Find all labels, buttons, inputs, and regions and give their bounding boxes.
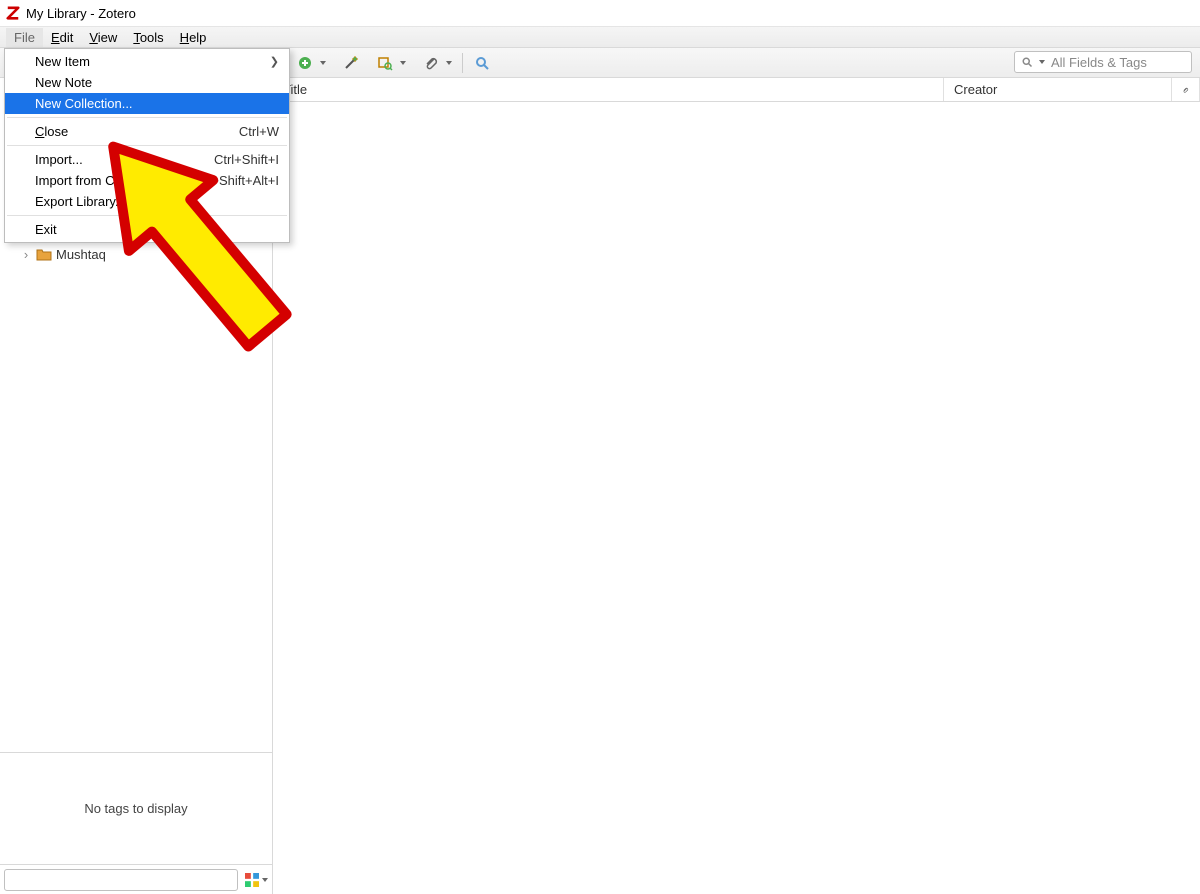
submenu-arrow-icon: ❯ xyxy=(270,55,279,68)
tag-color-menu-icon[interactable] xyxy=(244,873,260,887)
menu-export-library[interactable]: Export Library... xyxy=(5,191,289,212)
search-mode-dropdown[interactable] xyxy=(1039,60,1045,64)
column-creator[interactable]: Creator xyxy=(944,78,1172,101)
folder-icon xyxy=(36,247,52,261)
magic-wand-button[interactable] xyxy=(342,54,360,72)
tree-twisty-icon[interactable]: › xyxy=(20,247,32,262)
tag-menu-dropdown[interactable] xyxy=(262,878,268,882)
menu-tools[interactable]: Tools xyxy=(125,28,171,47)
advanced-search-button[interactable] xyxy=(473,54,491,72)
zotero-app-icon xyxy=(6,6,20,20)
menu-edit[interactable]: Edit xyxy=(43,28,81,47)
menu-close[interactable]: Close Ctrl+W xyxy=(5,121,289,142)
tags-empty-label: No tags to display xyxy=(84,801,187,816)
toolbar-separator xyxy=(462,53,463,73)
lookup-button[interactable] xyxy=(376,54,394,72)
attachment-button[interactable] xyxy=(422,54,440,72)
file-menu-dropdown: New Item ❯ New Note New Collection... Cl… xyxy=(4,48,290,243)
search-box[interactable] xyxy=(1014,51,1192,73)
items-list-empty xyxy=(273,102,1200,894)
window-titlebar: My Library - Zotero xyxy=(0,0,1200,26)
menu-view[interactable]: View xyxy=(81,28,125,47)
menu-separator xyxy=(7,117,287,118)
window-title: My Library - Zotero xyxy=(26,6,136,21)
menu-import[interactable]: Import... Ctrl+Shift+I xyxy=(5,149,289,170)
menu-separator xyxy=(7,215,287,216)
attachment-dropdown[interactable] xyxy=(446,61,452,65)
lookup-dropdown[interactable] xyxy=(400,61,406,65)
menu-help[interactable]: Help xyxy=(172,28,215,47)
collection-label: Mushtaq xyxy=(56,247,106,262)
collection-row[interactable]: › Mushtaq xyxy=(0,244,272,264)
column-title[interactable]: Title xyxy=(273,78,944,101)
search-input[interactable] xyxy=(1051,55,1200,70)
menu-new-collection[interactable]: New Collection... xyxy=(5,93,289,114)
tag-selector: No tags to display xyxy=(0,752,272,864)
new-item-button[interactable] xyxy=(296,54,314,72)
menu-new-item[interactable]: New Item ❯ xyxy=(5,51,289,72)
attachment-icon xyxy=(1182,84,1189,96)
tag-filter-bar xyxy=(0,864,272,894)
column-headers: Title Creator xyxy=(273,78,1200,102)
menu-separator xyxy=(7,145,287,146)
menu-new-note[interactable]: New Note xyxy=(5,72,289,93)
tag-filter-input[interactable] xyxy=(4,869,238,891)
menu-file[interactable]: File xyxy=(6,28,43,47)
menubar: File Edit View Tools Help xyxy=(0,26,1200,48)
new-item-dropdown[interactable] xyxy=(320,61,326,65)
menu-exit[interactable]: Exit xyxy=(5,219,289,240)
search-icon xyxy=(1021,56,1033,68)
column-attachment[interactable] xyxy=(1172,78,1200,101)
items-pane: Title Creator xyxy=(273,78,1200,894)
menu-import-clipboard[interactable]: Import from Clipboard Ctrl+Shift+Alt+I xyxy=(5,170,289,191)
